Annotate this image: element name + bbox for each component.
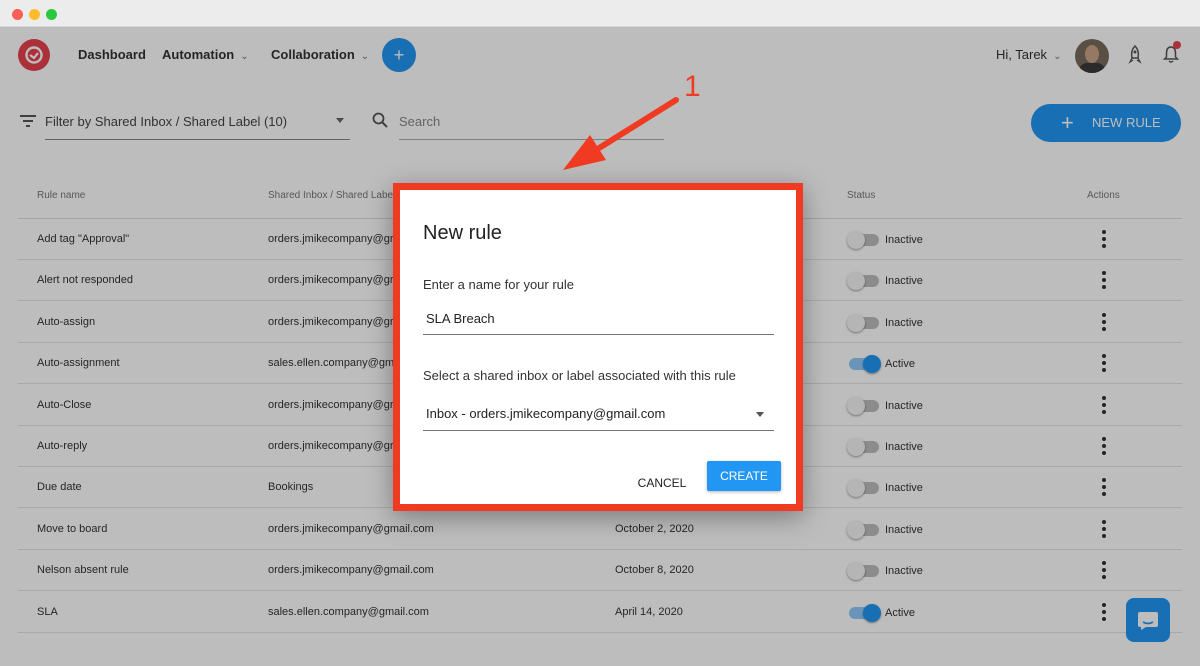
- inbox-select-label: Select a shared inbox or label associate…: [423, 368, 736, 383]
- rule-name-value: SLA Breach: [426, 311, 495, 326]
- new-rule-dialog: New rule Enter a name for your rule SLA …: [393, 183, 803, 511]
- maximize-window-button[interactable]: [46, 9, 57, 20]
- annotation-number: 1: [684, 70, 701, 103]
- dropdown-caret-icon: [756, 412, 764, 417]
- cancel-button[interactable]: CANCEL: [632, 468, 692, 498]
- inbox-select-value: Inbox - orders.jmikecompany@gmail.com: [426, 406, 666, 421]
- dialog-title: New rule: [423, 222, 502, 244]
- minimize-window-button[interactable]: [29, 9, 40, 20]
- create-button[interactable]: CREATE: [707, 461, 781, 491]
- window-titlebar: [0, 0, 1200, 27]
- inbox-select[interactable]: Inbox - orders.jmikecompany@gmail.com: [423, 398, 774, 431]
- close-window-button[interactable]: [12, 9, 23, 20]
- rule-name-input[interactable]: SLA Breach: [423, 307, 774, 335]
- rule-name-label: Enter a name for your rule: [423, 277, 575, 292]
